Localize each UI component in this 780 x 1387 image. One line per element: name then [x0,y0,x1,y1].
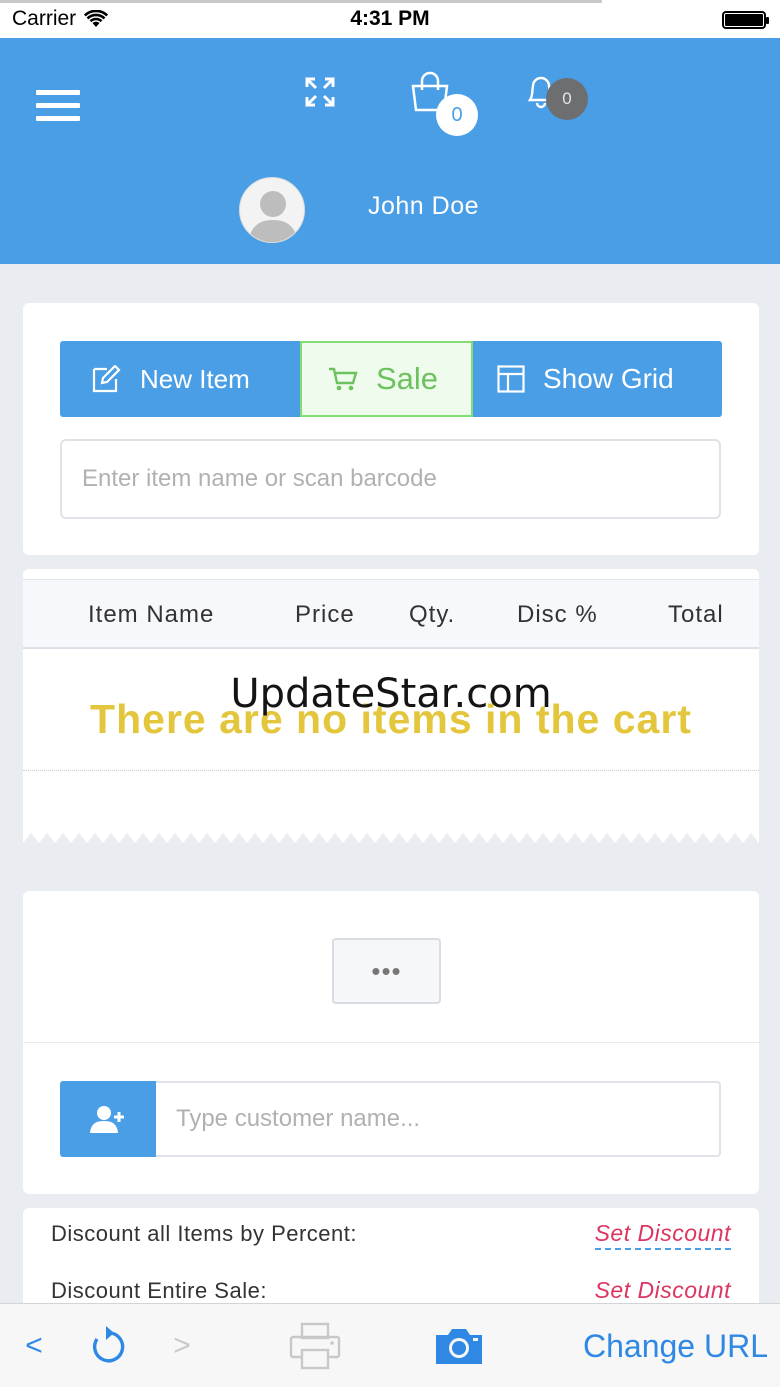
discount-sale-label: Discount Entire Sale: [51,1278,267,1303]
reload-icon [92,1326,125,1363]
status-bar: Carrier 4:31 PM [0,0,780,38]
item-entry-panel: New Item Sale Show Grid [23,303,759,555]
column-header-disc: Disc % [517,601,598,628]
change-url-button[interactable]: Change URL [568,1304,768,1387]
set-sale-discount-link[interactable]: Set Discount [595,1277,731,1304]
forward-button[interactable]: > [162,1304,202,1387]
reload-button[interactable] [86,1304,130,1387]
cart-count-badge: 0 [436,94,478,136]
camera-icon [436,1329,482,1364]
show-grid-button[interactable]: Show Grid [473,341,722,417]
printer-icon [289,1322,341,1370]
browser-toolbar: < > Change URL [0,1303,780,1387]
watermark-text: UpdateStar.com [230,671,552,717]
page-load-progress [0,0,602,3]
cart-icon [329,367,358,391]
discount-percent-label: Discount all Items by Percent: [51,1221,358,1246]
column-header-qty: Qty. [409,601,456,628]
user-name[interactable]: John Doe [368,192,479,221]
discount-panel: Discount all Items by Percent: Set Disco… [23,1208,759,1318]
cart-table-header: Item Name Price Qty. Disc % Total [23,579,759,649]
notification-count-badge: 0 [546,78,588,120]
new-item-label: New Item [140,363,250,394]
cart-table: Item Name Price Qty. Disc % Total There … [23,569,759,849]
customer-panel: ••• [23,891,759,1194]
back-button[interactable]: < [14,1304,54,1387]
more-options-button[interactable]: ••• [332,938,441,1004]
user-silhouette-icon [248,191,298,242]
set-percent-discount-link[interactable]: Set Discount [594,1220,731,1250]
edit-icon [92,365,121,393]
avatar[interactable] [239,177,305,243]
battery-icon [722,11,769,29]
print-button[interactable] [288,1304,342,1387]
item-search-input[interactable] [60,439,721,519]
camera-button[interactable] [432,1304,486,1387]
app-header: 0 0 John Doe [0,38,780,264]
customer-name-input[interactable] [156,1081,721,1157]
add-user-icon [90,1106,124,1133]
divider [23,1042,759,1043]
new-item-button[interactable]: New Item [60,341,300,417]
column-header-total: Total [668,601,724,628]
menu-icon[interactable] [36,90,80,126]
row-divider [23,770,759,771]
mode-button-group: New Item Sale Show Grid [60,341,722,417]
fullscreen-icon[interactable] [304,76,336,108]
grid-icon [497,365,525,393]
show-grid-label: Show Grid [543,363,674,394]
clock: 4:31 PM [350,7,430,30]
sale-label: Sale [376,361,439,396]
column-header-item-name: Item Name [88,601,215,628]
receipt-edge [23,833,759,849]
sale-button[interactable]: Sale [300,341,473,417]
add-customer-button[interactable] [60,1081,156,1157]
column-header-price: Price [295,601,355,628]
